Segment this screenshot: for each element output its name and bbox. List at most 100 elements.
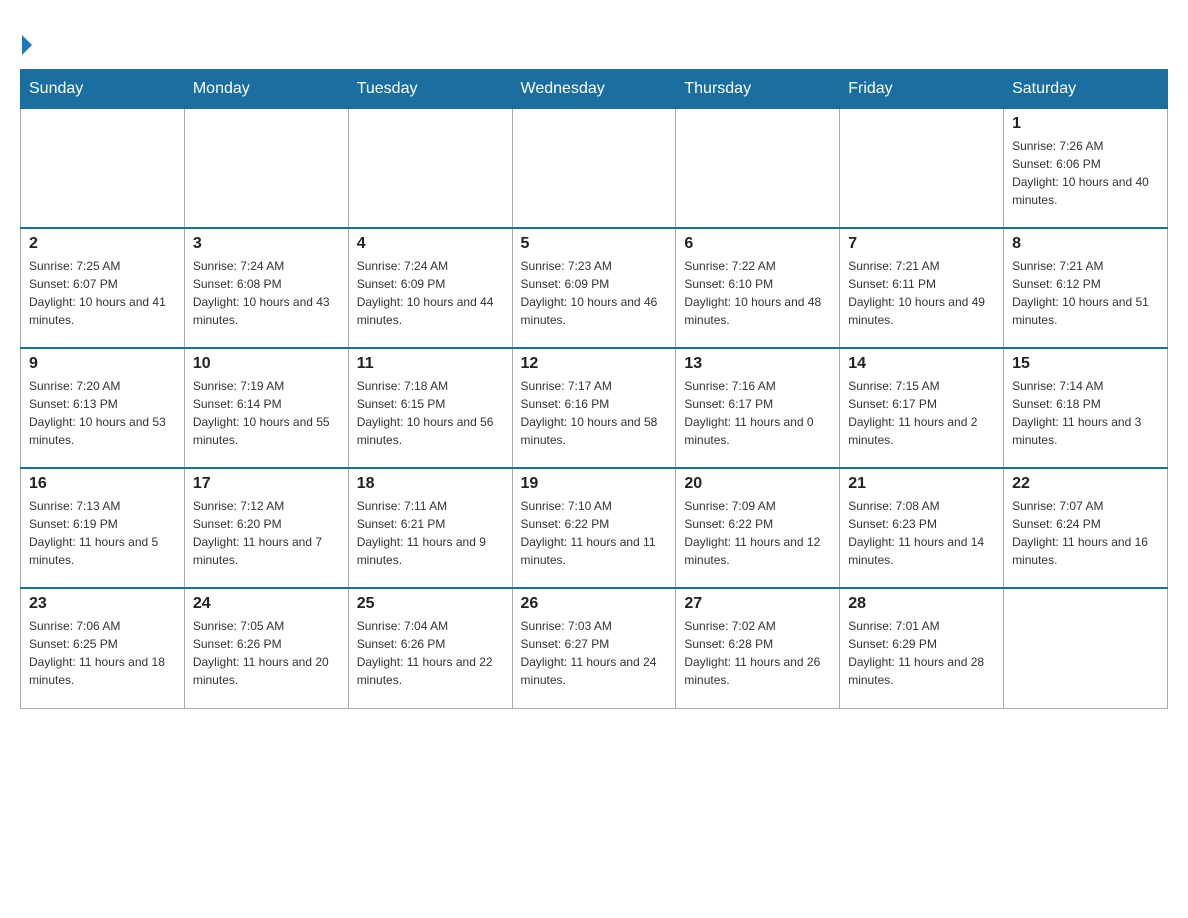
day-info: Sunrise: 7:10 AMSunset: 6:22 PMDaylight:…	[521, 497, 668, 569]
day-number: 21	[848, 475, 995, 493]
day-info: Sunrise: 7:14 AMSunset: 6:18 PMDaylight:…	[1012, 377, 1159, 449]
day-info: Sunrise: 7:24 AMSunset: 6:08 PMDaylight:…	[193, 257, 340, 329]
day-info: Sunrise: 7:13 AMSunset: 6:19 PMDaylight:…	[29, 497, 176, 569]
logo-arrow-icon	[22, 35, 32, 55]
day-info: Sunrise: 7:06 AMSunset: 6:25 PMDaylight:…	[29, 617, 176, 689]
day-number: 2	[29, 235, 176, 253]
day-number: 3	[193, 235, 340, 253]
calendar-cell: 7Sunrise: 7:21 AMSunset: 6:11 PMDaylight…	[840, 228, 1004, 348]
day-info: Sunrise: 7:05 AMSunset: 6:26 PMDaylight:…	[193, 617, 340, 689]
calendar-cell: 12Sunrise: 7:17 AMSunset: 6:16 PMDayligh…	[512, 348, 676, 468]
day-info: Sunrise: 7:08 AMSunset: 6:23 PMDaylight:…	[848, 497, 995, 569]
calendar-cell	[676, 108, 840, 228]
calendar-header: SundayMondayTuesdayWednesdayThursdayFrid…	[21, 69, 1168, 108]
calendar-cell: 5 Sunrise: 7:23 AMSunset: 6:09 PMDaylight…	[512, 228, 676, 348]
day-info: Sunrise: 7:09 AMSunset: 6:22 PMDaylight:…	[684, 497, 831, 569]
day-number: 23	[29, 595, 176, 613]
day-info: Sunrise: 7:18 AMSunset: 6:15 PMDaylight:…	[357, 377, 504, 449]
calendar-cell: 15 Sunrise: 7:14 AMSunset: 6:18 PMDayligh…	[1004, 348, 1168, 468]
day-info: Sunrise: 7:16 AMSunset: 6:17 PMDaylight:…	[684, 377, 831, 449]
day-header-tuesday: Tuesday	[348, 69, 512, 108]
calendar-cell	[512, 108, 676, 228]
day-number: 12	[521, 355, 668, 373]
day-info: Sunrise: 7:22 AMSunset: 6:10 PMDaylight:…	[684, 257, 831, 329]
day-number: 13	[684, 355, 831, 373]
calendar-cell: 3 Sunrise: 7:24 AMSunset: 6:08 PMDaylight…	[184, 228, 348, 348]
day-number: 20	[684, 475, 831, 493]
day-info: Sunrise: 7:21 AMSunset: 6:12 PMDaylight:…	[1012, 257, 1159, 329]
day-number: 15	[1012, 355, 1159, 373]
day-info: Sunrise: 7:24 AMSunset: 6:09 PMDaylight:…	[357, 257, 504, 329]
day-info: Sunrise: 7:07 AMSunset: 6:24 PMDaylight:…	[1012, 497, 1159, 569]
day-info: Sunrise: 7:15 AMSunset: 6:17 PMDaylight:…	[848, 377, 995, 449]
calendar-cell	[1004, 588, 1168, 708]
day-info: Sunrise: 7:26 AMSunset: 6:06 PMDaylight:…	[1012, 137, 1159, 209]
day-number: 5	[521, 235, 668, 253]
week-row-3: 9 Sunrise: 7:20 AMSunset: 6:13 PMDaylight…	[21, 348, 1168, 468]
day-info: Sunrise: 7:01 AMSunset: 6:29 PMDaylight:…	[848, 617, 995, 689]
calendar-cell: 4 Sunrise: 7:24 AMSunset: 6:09 PMDaylight…	[348, 228, 512, 348]
calendar-cell: 18Sunrise: 7:11 AMSunset: 6:21 PMDayligh…	[348, 468, 512, 588]
day-info: Sunrise: 7:21 AMSunset: 6:11 PMDaylight:…	[848, 257, 995, 329]
day-info: Sunrise: 7:25 AMSunset: 6:07 PMDaylight:…	[29, 257, 176, 329]
days-of-week-row: SundayMondayTuesdayWednesdayThursdayFrid…	[21, 69, 1168, 108]
day-info: Sunrise: 7:23 AMSunset: 6:09 PMDaylight:…	[521, 257, 668, 329]
calendar-cell: 22 Sunrise: 7:07 AMSunset: 6:24 PMDayligh…	[1004, 468, 1168, 588]
calendar-table: SundayMondayTuesdayWednesdayThursdayFrid…	[20, 69, 1168, 709]
week-row-4: 16 Sunrise: 7:13 AMSunset: 6:19 PMDayligh…	[21, 468, 1168, 588]
day-info: Sunrise: 7:19 AMSunset: 6:14 PMDaylight:…	[193, 377, 340, 449]
calendar-cell: 27 Sunrise: 7:02 AMSunset: 6:28 PMDayligh…	[676, 588, 840, 708]
calendar-cell: 25 Sunrise: 7:04 AMSunset: 6:26 PMDayligh…	[348, 588, 512, 708]
day-header-saturday: Saturday	[1004, 69, 1168, 108]
day-header-wednesday: Wednesday	[512, 69, 676, 108]
day-info: Sunrise: 7:20 AMSunset: 6:13 PMDaylight:…	[29, 377, 176, 449]
day-number: 25	[357, 595, 504, 613]
day-number: 17	[193, 475, 340, 493]
day-header-thursday: Thursday	[676, 69, 840, 108]
calendar-cell	[184, 108, 348, 228]
calendar-cell: 23 Sunrise: 7:06 AMSunset: 6:25 PMDayligh…	[21, 588, 185, 708]
calendar-cell	[21, 108, 185, 228]
calendar-cell: 14 Sunrise: 7:15 AMSunset: 6:17 PMDayligh…	[840, 348, 1004, 468]
day-header-sunday: Sunday	[21, 69, 185, 108]
day-number: 8	[1012, 235, 1159, 253]
calendar-cell: 10 Sunrise: 7:19 AMSunset: 6:14 PMDayligh…	[184, 348, 348, 468]
week-row-1: 1Sunrise: 7:26 AMSunset: 6:06 PMDaylight…	[21, 108, 1168, 228]
calendar-cell: 21 Sunrise: 7:08 AMSunset: 6:23 PMDayligh…	[840, 468, 1004, 588]
calendar-cell: 17Sunrise: 7:12 AMSunset: 6:20 PMDayligh…	[184, 468, 348, 588]
calendar-cell: 9 Sunrise: 7:20 AMSunset: 6:13 PMDaylight…	[21, 348, 185, 468]
calendar-cell: 19 Sunrise: 7:10 AMSunset: 6:22 PMDayligh…	[512, 468, 676, 588]
calendar-cell: 20 Sunrise: 7:09 AMSunset: 6:22 PMDayligh…	[676, 468, 840, 588]
day-number: 14	[848, 355, 995, 373]
calendar-cell: 8 Sunrise: 7:21 AMSunset: 6:12 PMDaylight…	[1004, 228, 1168, 348]
day-number: 27	[684, 595, 831, 613]
page-header	[20, 20, 1168, 59]
day-header-friday: Friday	[840, 69, 1004, 108]
logo-text	[20, 30, 32, 59]
calendar-cell: 24 Sunrise: 7:05 AMSunset: 6:26 PMDayligh…	[184, 588, 348, 708]
calendar-cell: 26 Sunrise: 7:03 AMSunset: 6:27 PMDayligh…	[512, 588, 676, 708]
day-number: 19	[521, 475, 668, 493]
day-info: Sunrise: 7:02 AMSunset: 6:28 PMDaylight:…	[684, 617, 831, 689]
day-number: 6	[684, 235, 831, 253]
day-number: 24	[193, 595, 340, 613]
day-number: 22	[1012, 475, 1159, 493]
logo	[20, 20, 32, 59]
day-number: 11	[357, 355, 504, 373]
day-number: 16	[29, 475, 176, 493]
calendar-cell: 1Sunrise: 7:26 AMSunset: 6:06 PMDaylight…	[1004, 108, 1168, 228]
calendar-cell	[840, 108, 1004, 228]
day-number: 4	[357, 235, 504, 253]
calendar-cell	[348, 108, 512, 228]
day-info: Sunrise: 7:04 AMSunset: 6:26 PMDaylight:…	[357, 617, 504, 689]
calendar-body: 1Sunrise: 7:26 AMSunset: 6:06 PMDaylight…	[21, 108, 1168, 708]
calendar-cell: 28Sunrise: 7:01 AMSunset: 6:29 PMDayligh…	[840, 588, 1004, 708]
day-number: 9	[29, 355, 176, 373]
day-header-monday: Monday	[184, 69, 348, 108]
calendar-cell: 6 Sunrise: 7:22 AMSunset: 6:10 PMDaylight…	[676, 228, 840, 348]
calendar-cell: 2 Sunrise: 7:25 AMSunset: 6:07 PMDaylight…	[21, 228, 185, 348]
day-number: 26	[521, 595, 668, 613]
day-info: Sunrise: 7:03 AMSunset: 6:27 PMDaylight:…	[521, 617, 668, 689]
day-number: 10	[193, 355, 340, 373]
calendar-cell: 11 Sunrise: 7:18 AMSunset: 6:15 PMDayligh…	[348, 348, 512, 468]
